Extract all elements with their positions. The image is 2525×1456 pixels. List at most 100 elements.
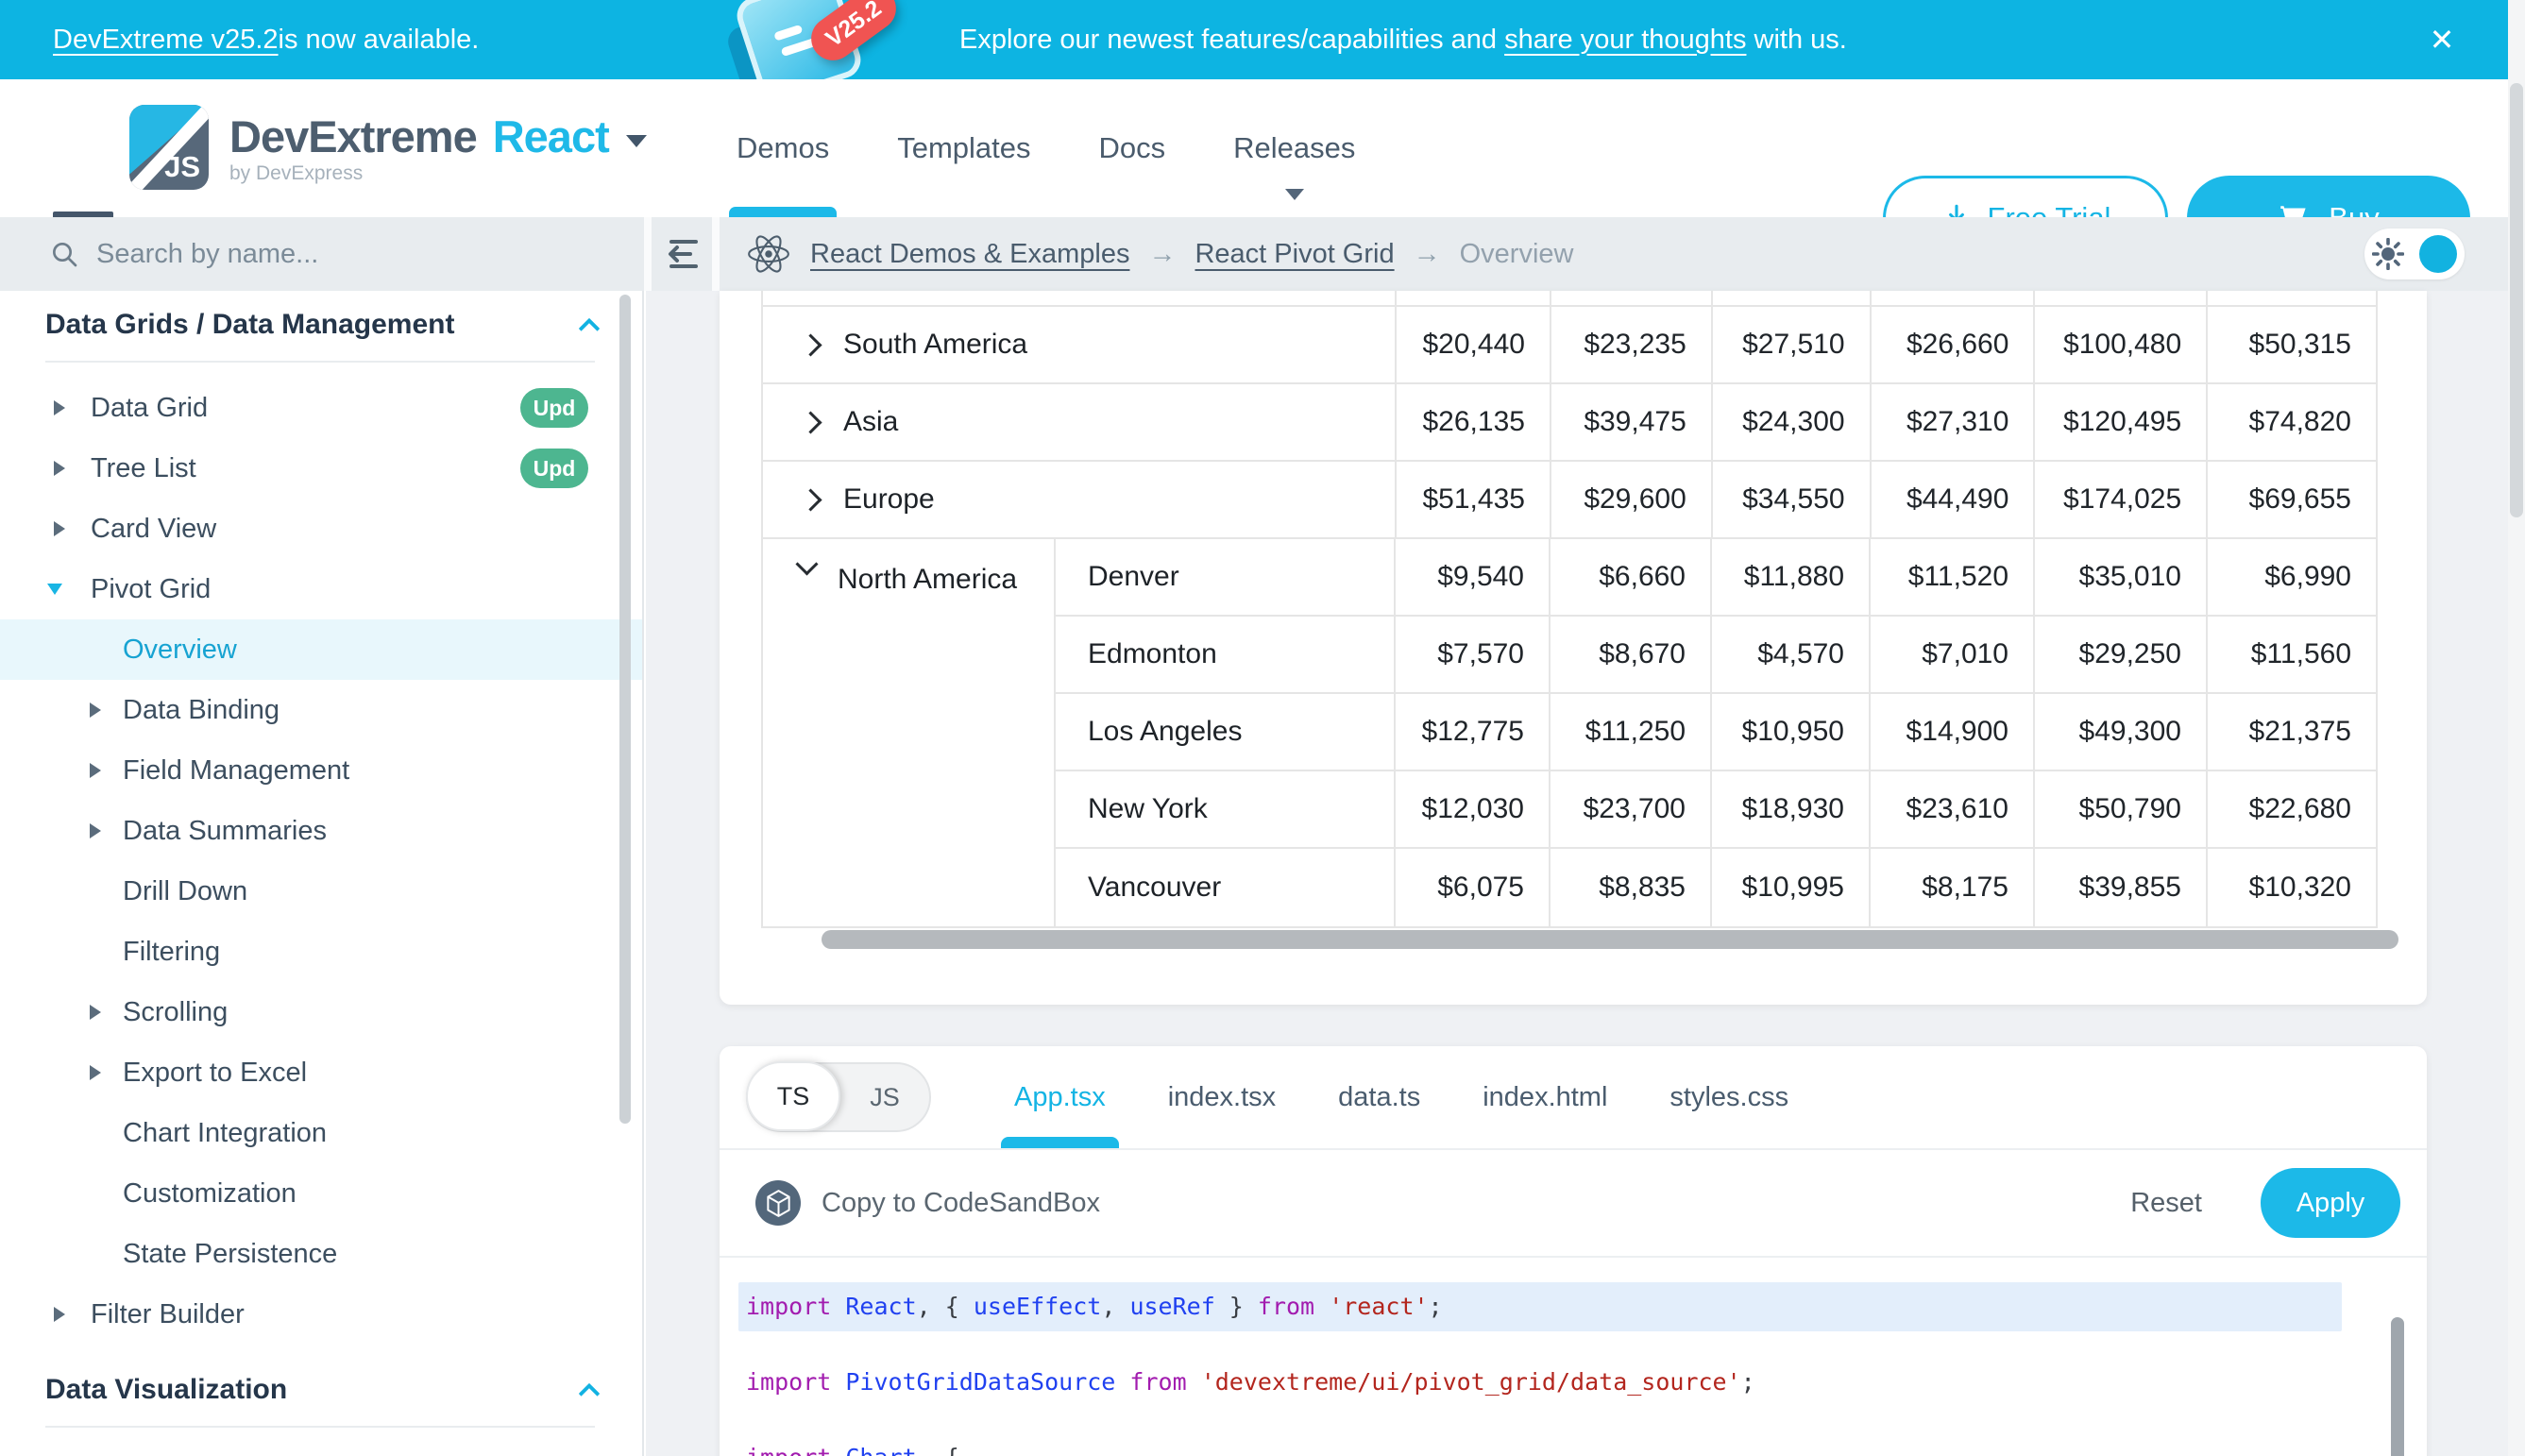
nav-item-templates[interactable]: Templates [897,79,1030,217]
sidebar-item-filter-builder[interactable]: Filter Builder [0,1284,642,1345]
code-editor[interactable]: import React, { useEffect, useRef } from… [720,1258,2427,1456]
pivot-value-cell: $7,010 [1871,617,2035,692]
sidebar-item-filtering[interactable]: Filtering [0,922,642,982]
sidebar-item-tree-list[interactable]: Tree ListUpd [0,438,642,499]
sidebar-divider [45,361,595,363]
code-tab-app-tsx[interactable]: App.tsx [1014,1046,1106,1148]
code-tab-index-tsx[interactable]: index.tsx [1168,1046,1276,1148]
sidebar-section-data-visualization[interactable]: Data Visualization [45,1369,597,1411]
chevron-right-icon [90,823,101,838]
search-box[interactable] [49,217,578,291]
code-tab-styles-css[interactable]: styles.css [1669,1046,1788,1148]
pivot-value-cell: $10,320 [2208,849,2378,926]
toolbar-divider [644,217,652,291]
code-tab-index-html[interactable]: index.html [1483,1046,1607,1148]
pivot-value-cell: $6,075 [1396,849,1551,926]
sidebar-item-data-grid[interactable]: Data GridUpd [0,378,642,438]
breadcrumb-pivot-grid-link[interactable]: React Pivot Grid [1195,239,1394,270]
pivot-value-cell: $9,540 [1396,539,1551,615]
sidebar-item-field-management[interactable]: Field Management [0,740,642,801]
nav-item-label: Releases [1233,131,1355,165]
platform-dropdown-caret-icon[interactable] [626,135,647,147]
nav-item-demos[interactable]: Demos [737,79,829,217]
code-token: Chart [845,1444,916,1456]
collapse-sidebar-icon [662,237,703,271]
chevron-right-icon [54,400,65,415]
pivot-row-clipped [763,291,2378,307]
sidebar-item-pivot-grid[interactable]: Pivot Grid [0,559,642,619]
language-toggle[interactable]: TS JS [746,1062,931,1132]
reset-button[interactable]: Reset [2130,1188,2202,1219]
pivot-row-north-america[interactable]: North AmericaDenver$9,540$6,660$11,880$1… [763,539,2378,928]
sidebar-section-data-grids-data-management[interactable]: Data Grids / Data Management [45,304,597,346]
nav-item-docs[interactable]: Docs [1099,79,1166,217]
code-token: from [1258,1293,1314,1320]
sidebar-item-overview[interactable]: Overview [0,619,642,680]
sidebar-item-scrolling[interactable]: Scrolling [0,982,642,1042]
chevron-right-icon[interactable] [799,411,822,433]
code-token: , [1101,1293,1129,1320]
promo-banner: DevExtreme v25.2 is now available. V25.2… [0,0,2508,79]
pivot-value-cell: $11,560 [2208,617,2378,692]
pivot-value-cell [1551,291,1713,305]
sidebar-nav: Data Grids / Data Management Data GridUpd… [0,291,644,1456]
collapse-sidebar-button[interactable] [661,217,704,291]
sidebar-item-label: Filter Builder [91,1299,245,1330]
banner-close-icon[interactable]: ✕ [2414,0,2470,79]
search-input[interactable] [96,239,531,270]
pivot-row-asia[interactable]: Asia$26,135$39,475$24,300$27,310$120,495… [763,384,2378,462]
brand-logo[interactable]: JS DevExtreme React by DevExpress [129,105,647,190]
codesandbox-icon[interactable] [755,1180,801,1226]
code-tab-data-ts[interactable]: data.ts [1338,1046,1420,1148]
pivot-row-label-cell [763,291,1397,305]
code-token: from [1129,1368,1186,1396]
main-nav: Demos Templates Docs Releases [737,79,1355,217]
sidebar-item-data-binding[interactable]: Data Binding [0,680,642,740]
sidebar-item-data-summaries[interactable]: Data Summaries [0,801,642,861]
pivot-value-cell: $6,660 [1551,539,1712,615]
copy-to-codesandbox-label[interactable]: Copy to CodeSandBox [822,1188,1100,1219]
chevron-right-icon[interactable] [799,488,822,511]
sidebar-item-customization[interactable]: Customization [0,1163,642,1224]
theme-toggle-knob[interactable] [2419,235,2457,273]
breadcrumb-demos-link[interactable]: React Demos & Examples [810,239,1129,270]
chevron-right-icon[interactable] [799,333,822,356]
sidebar-item-label: Field Management [123,755,349,787]
pivot-row-vancouver: Vancouver$6,075$8,835$10,995$8,175$39,85… [1056,849,2378,926]
code-token: React [845,1293,916,1320]
pivot-value-cell: $12,030 [1396,771,1551,847]
share-thoughts-link[interactable]: share your thoughts [1504,25,1746,56]
sidebar-item-drill-down[interactable]: Drill Down [0,861,642,922]
sidebar-scrollbar[interactable] [619,295,631,1124]
pivot-row-south-america[interactable]: South America$20,440$23,235$27,510$26,66… [763,307,2378,384]
theme-toggle[interactable] [2364,229,2465,279]
breadcrumb-separator: → [1414,239,1441,270]
react-icon [746,233,791,275]
chevron-right-icon [90,1005,101,1020]
pivot-city-label-cell: Denver [1056,539,1396,615]
language-toggle-ts[interactable]: TS [746,1061,840,1131]
sidebar-item-card-view[interactable]: Card View [0,499,642,559]
sidebar-item-label: Chart Integration [123,1118,327,1149]
pivot-value-cell: $35,010 [2035,539,2208,615]
code-token [831,1293,845,1320]
nav-item-releases[interactable]: Releases [1233,79,1355,217]
pivot-value-cell: $18,930 [1712,771,1871,847]
sidebar-item-export-to-excel[interactable]: Export to Excel [0,1042,642,1103]
sidebar-item-chart-integration[interactable]: Chart Integration [0,1103,642,1163]
devextreme-demos-page: DevExtreme v25.2 is now available. V25.2… [0,0,2525,1456]
breadcrumb-separator: → [1148,239,1176,270]
pivot-grid-horizontal-scrollbar[interactable] [822,930,2398,949]
code-editor-scrollbar[interactable] [2391,1317,2404,1456]
banner-version-link[interactable]: DevExtreme v25.2 [53,25,279,56]
pivot-row-europe[interactable]: Europe$51,435$29,600$34,550$44,490$174,0… [763,462,2378,539]
sidebar-item-state-persistence[interactable]: State Persistence [0,1224,642,1284]
language-toggle-js[interactable]: JS [840,1083,929,1112]
code-token: , { [917,1293,974,1320]
apply-button[interactable]: Apply [2261,1168,2400,1238]
pivot-region-cell[interactable]: North America [763,539,1056,926]
page-scrollbar-thumb[interactable] [2510,83,2523,517]
sidebar-item-label: Customization [123,1178,297,1210]
updated-badge: Upd [520,449,588,488]
chevron-down-icon[interactable] [795,552,818,575]
